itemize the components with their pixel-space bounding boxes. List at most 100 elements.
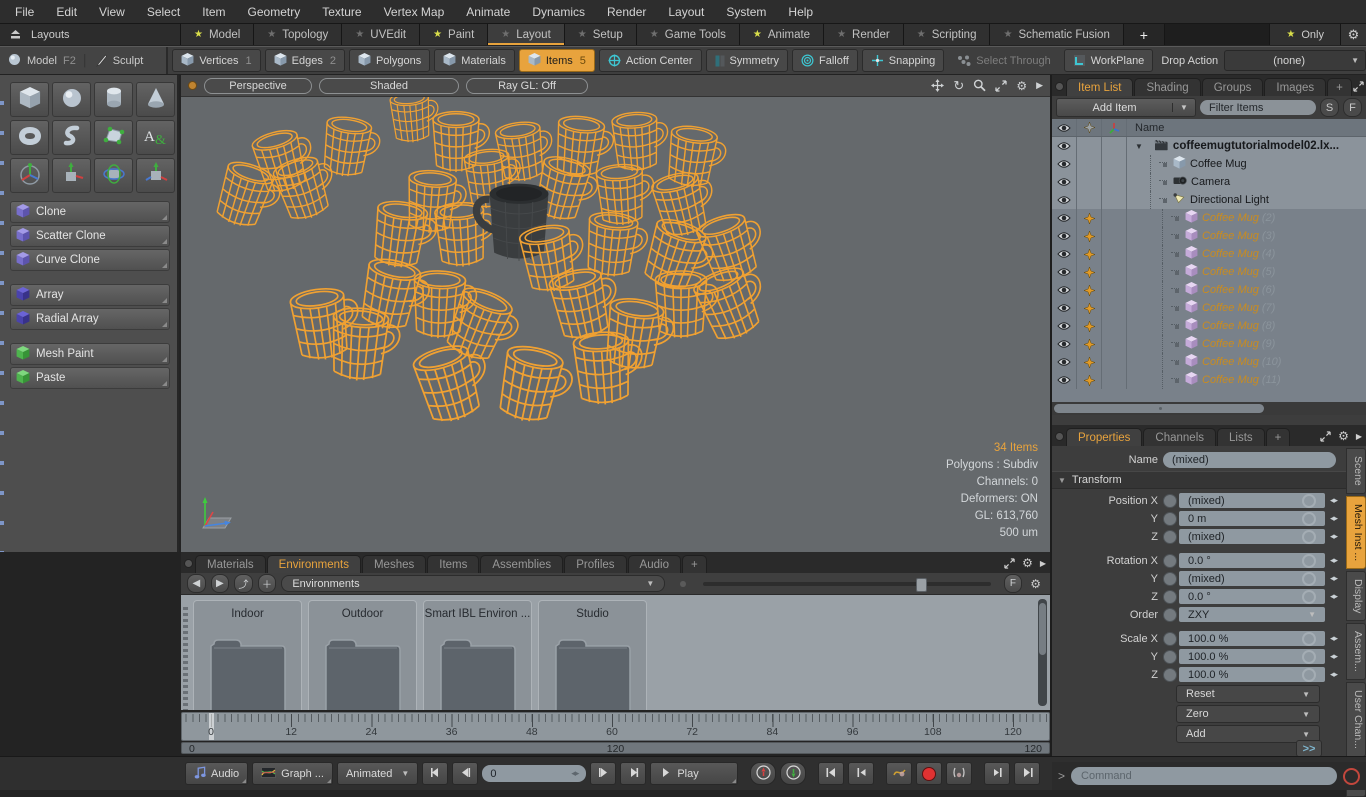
wireframe-mug[interactable]	[370, 199, 440, 272]
channel-toggle-icon[interactable]	[1163, 608, 1177, 622]
raygl-button[interactable]: Ray GL: Off	[466, 78, 588, 94]
browser-vscrollbar[interactable]	[1038, 599, 1047, 706]
lock-toggle[interactable]	[1077, 137, 1102, 155]
menu-item-dynamics[interactable]: Dynamics	[521, 1, 596, 23]
tool-button-scatter-clone[interactable]: Scatter Clone	[10, 225, 170, 247]
lock-toggle[interactable]	[1077, 371, 1102, 389]
menu-item-texture[interactable]: Texture	[311, 1, 372, 23]
layout-tab-paint[interactable]: ★Paint	[420, 24, 488, 45]
snapping-button[interactable]: Snapping	[862, 49, 945, 72]
previous-key-button[interactable]	[818, 762, 844, 785]
channel-toggle-icon[interactable]	[1163, 632, 1177, 646]
lock-toggle[interactable]	[1077, 263, 1102, 281]
item-row-coffee-mug[interactable]: Coffee Mug	[1052, 155, 1366, 173]
palette-helix-primitive-button[interactable]	[52, 120, 91, 155]
panel-flyout-icon[interactable]: ▶	[1040, 559, 1046, 568]
menu-item-edit[interactable]: Edit	[45, 1, 88, 23]
panel-popout-icon[interactable]	[1353, 81, 1364, 92]
channel-toggle-icon[interactable]	[1163, 572, 1177, 586]
tool-button-mesh-paint[interactable]: Mesh Paint	[10, 343, 170, 365]
value-field[interactable]: 100.0 %	[1179, 631, 1325, 646]
shade-mode-button[interactable]: Shaded	[319, 78, 459, 94]
mini-slider-arrows[interactable]: ◂▸	[1325, 591, 1342, 602]
value-field[interactable]: 100.0 %	[1179, 667, 1325, 682]
only-toggle[interactable]: ★ Only	[1269, 24, 1340, 45]
lock-toggle[interactable]	[1077, 155, 1102, 173]
folder-indoor[interactable]: Indoor	[193, 600, 302, 710]
command-history-icon[interactable]	[1343, 768, 1360, 785]
palette-transform-gizmo-button[interactable]	[10, 158, 49, 193]
visibility-toggle[interactable]	[1052, 335, 1077, 353]
mini-slider-arrows[interactable]: ◂▸	[1325, 633, 1342, 644]
mini-slider-arrows[interactable]: ◂▸	[1325, 651, 1342, 662]
layout-tab-layout[interactable]: ★Layout	[488, 24, 565, 45]
panel-menu-dot[interactable]	[1055, 432, 1064, 441]
mode-button-polygons[interactable]: Polygons	[349, 49, 430, 72]
wireframe-mug[interactable]	[691, 259, 776, 347]
add-layout-tab-button[interactable]: +	[1124, 24, 1165, 45]
visibility-toggle[interactable]	[1052, 353, 1077, 371]
tool-button-radial-array[interactable]: Radial Array	[10, 308, 170, 330]
graph-editor-button[interactable]: Graph ...	[252, 762, 333, 785]
animated-select[interactable]: Animated▼	[337, 762, 418, 785]
folder-smart-ibl-environ-[interactable]: Smart IBL Environ ...	[423, 600, 532, 710]
menu-item-render[interactable]: Render	[596, 1, 657, 23]
palette-cylinder-primitive-button[interactable]	[94, 82, 133, 117]
menu-item-geometry[interactable]: Geometry	[237, 1, 312, 23]
visibility-toggle[interactable]	[1052, 137, 1077, 155]
back-button[interactable]: ◀	[187, 574, 206, 593]
wireframe-mug[interactable]	[411, 338, 498, 428]
resize-grip[interactable]	[183, 607, 188, 710]
browser-f-button[interactable]: F	[1004, 574, 1023, 593]
auto-key-down-button[interactable]	[780, 762, 806, 785]
item-row-coffee-mug-9-[interactable]: Coffee Mug(9)	[1052, 335, 1366, 353]
layouts-switcher[interactable]: Layouts	[0, 24, 181, 45]
play-button[interactable]: Play	[650, 762, 738, 785]
item-list-hscrollbar[interactable]	[1052, 402, 1366, 415]
mini-slider-arrows[interactable]: ◂▸	[1325, 495, 1342, 506]
menu-item-animate[interactable]: Animate	[455, 1, 521, 23]
browser-tab-audio[interactable]: Audio	[628, 555, 681, 573]
browser-tab-materials[interactable]: Materials	[195, 555, 266, 573]
wireframe-mug[interactable]	[694, 206, 772, 287]
scroll-thumb[interactable]	[1054, 404, 1264, 413]
item-row-coffee-mug-2-[interactable]: Coffee Mug(2)	[1052, 209, 1366, 227]
mini-slider-arrows[interactable]: ◂▸	[1325, 531, 1342, 542]
rotate-icon[interactable]: ↻	[953, 78, 964, 94]
side-tab-user-chan-[interactable]: User Chan...	[1346, 682, 1366, 757]
tool-button-paste[interactable]: Paste	[10, 367, 170, 389]
item-row-camera[interactable]: Camera	[1052, 173, 1366, 191]
forward-button[interactable]: ▶	[211, 574, 230, 593]
pan-icon[interactable]	[931, 79, 944, 92]
viewport-gear-icon[interactable]: ⚙	[1016, 79, 1027, 93]
wireframe-mug[interactable]	[320, 115, 382, 181]
sculpt-mode-button[interactable]: Sculpt	[113, 55, 144, 67]
go-to-end-button[interactable]	[620, 762, 646, 785]
menu-item-system[interactable]: System	[715, 1, 777, 23]
channel-toggle-icon[interactable]	[1163, 590, 1177, 604]
current-frame-input[interactable]: 0◂▸	[482, 765, 586, 782]
previous-key-alt-button[interactable]	[848, 762, 874, 785]
visibility-toggle[interactable]	[1052, 371, 1077, 389]
palette-cone-primitive-button[interactable]	[136, 82, 175, 117]
transform-zero-button[interactable]: Zero▼	[1176, 705, 1320, 723]
menu-item-vertex-map[interactable]: Vertex Map	[373, 1, 456, 23]
panel-gear-icon[interactable]: ⚙	[1338, 429, 1349, 443]
menu-item-view[interactable]: View	[88, 1, 136, 23]
channel-toggle-icon[interactable]	[1163, 554, 1177, 568]
tabbar-gear-icon[interactable]: ⚙	[1340, 24, 1366, 45]
item-row-coffee-mug-5-[interactable]: Coffee Mug(5)	[1052, 263, 1366, 281]
browser-tab-assemblies[interactable]: Assemblies	[480, 555, 563, 573]
channel-toggle-icon[interactable]	[1163, 668, 1177, 682]
item-row-coffeemugtutorialmodel02-lx-[interactable]: ▼coffeemugtutorialmodel02.lx...	[1052, 137, 1366, 155]
name-input[interactable]: (mixed)	[1163, 452, 1336, 468]
wireframe-mug[interactable]	[271, 150, 343, 225]
panel-popout-icon[interactable]	[1004, 558, 1015, 569]
layout-tab-model[interactable]: ★Model	[181, 24, 254, 45]
add-path-button[interactable]: ＋	[258, 574, 277, 593]
value-field[interactable]: (mixed)	[1179, 493, 1325, 508]
item-row-coffee-mug-3-[interactable]: Coffee Mug(3)	[1052, 227, 1366, 245]
layout-tab-game-tools[interactable]: ★Game Tools	[637, 24, 740, 45]
menu-item-file[interactable]: File	[4, 1, 45, 23]
value-field[interactable]: (mixed)	[1179, 529, 1325, 544]
